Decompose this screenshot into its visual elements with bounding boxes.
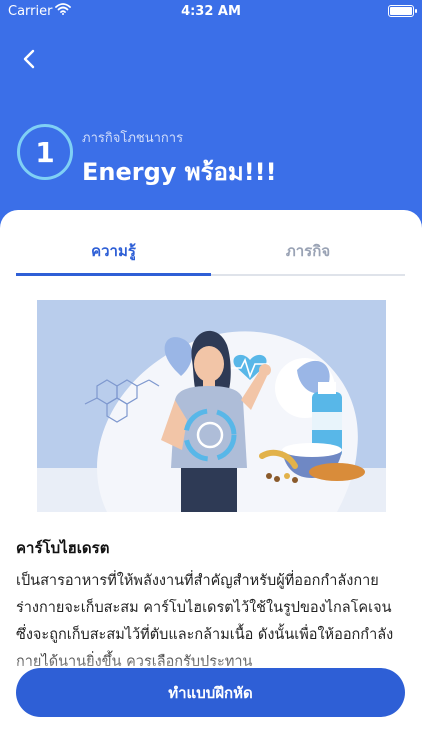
mission-category: ภารกิจโภชนาการ xyxy=(82,131,184,146)
tab-mission[interactable]: ภารกิจ xyxy=(211,228,405,274)
content-card: ความรู้ ภารกิจ คาร์โบไฮเดรต เป็นสารอาหาร… xyxy=(0,210,422,750)
back-button[interactable] xyxy=(14,44,44,74)
tab-knowledge[interactable]: ความรู้ xyxy=(16,228,211,274)
status-time: 4:32 AM xyxy=(181,4,241,19)
tab-active-indicator xyxy=(16,273,211,276)
chevron-left-icon xyxy=(23,49,35,69)
nutrition-illustration xyxy=(37,300,386,512)
status-bar: Carrier 4:32 AM xyxy=(0,0,422,24)
practice-button[interactable]: ทำแบบฝึกหัด xyxy=(16,668,405,717)
section-title: คาร์โบไฮเดรต xyxy=(16,539,110,557)
page-title: Energy พร้อม!!! xyxy=(82,158,277,186)
tab-bar: ความรู้ ภารกิจ xyxy=(16,228,405,276)
battery-icon xyxy=(388,5,417,17)
mission-number-badge: 1 xyxy=(17,124,73,180)
